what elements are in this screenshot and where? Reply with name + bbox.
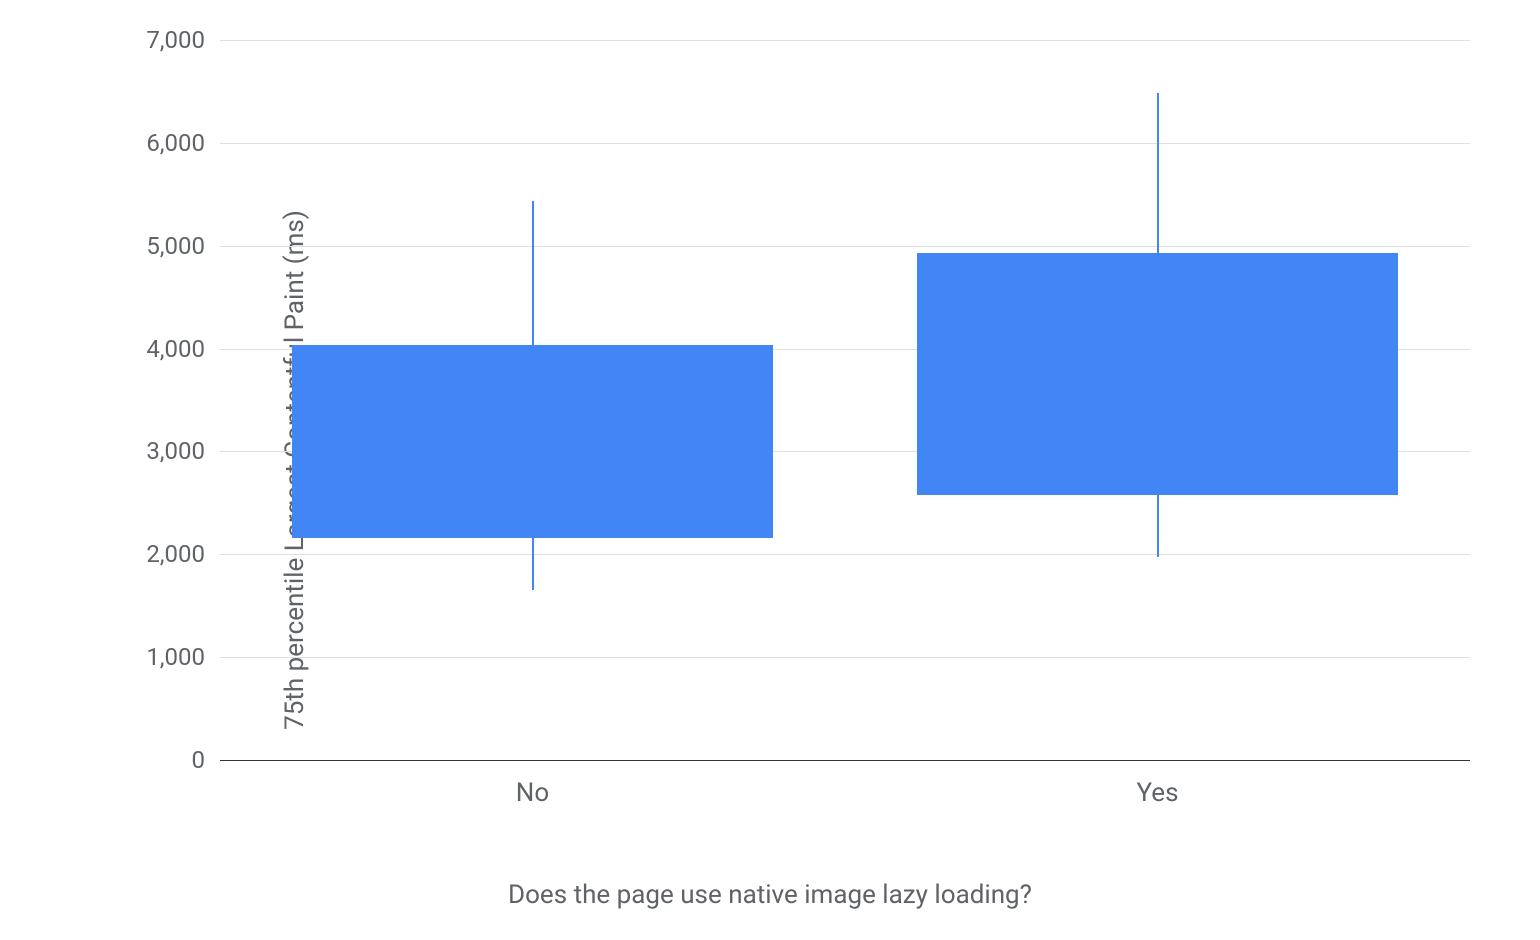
y-tick-label: 6,000	[146, 129, 205, 157]
plot-area: 01,0002,0003,0004,0005,0006,0007,000NoYe…	[220, 40, 1470, 760]
x-axis-label: Does the page use native image lazy load…	[508, 880, 1032, 910]
y-tick-label: 4,000	[146, 335, 205, 363]
x-axis-line	[220, 760, 1470, 761]
grid-line	[220, 657, 1470, 658]
whisker-lower	[532, 538, 534, 590]
y-tick-label: 3,000	[146, 437, 205, 465]
x-tick-label: No	[516, 778, 549, 808]
whisker-lower	[1157, 495, 1159, 558]
grid-line	[220, 40, 1470, 41]
y-tick-label: 5,000	[146, 232, 205, 260]
y-tick-label: 0	[192, 746, 206, 774]
chart-container: 75th percentile Largest Contentful Paint…	[50, 30, 1490, 910]
grid-line	[220, 554, 1470, 555]
whisker-upper	[1157, 93, 1159, 252]
box	[917, 253, 1398, 495]
y-tick-label: 1,000	[146, 643, 205, 671]
grid-line	[220, 246, 1470, 247]
y-tick-label: 2,000	[146, 540, 205, 568]
grid-line	[220, 143, 1470, 144]
box	[292, 345, 773, 537]
whisker-upper	[532, 201, 534, 345]
x-tick-label: Yes	[1137, 778, 1179, 808]
y-tick-label: 7,000	[146, 26, 205, 54]
